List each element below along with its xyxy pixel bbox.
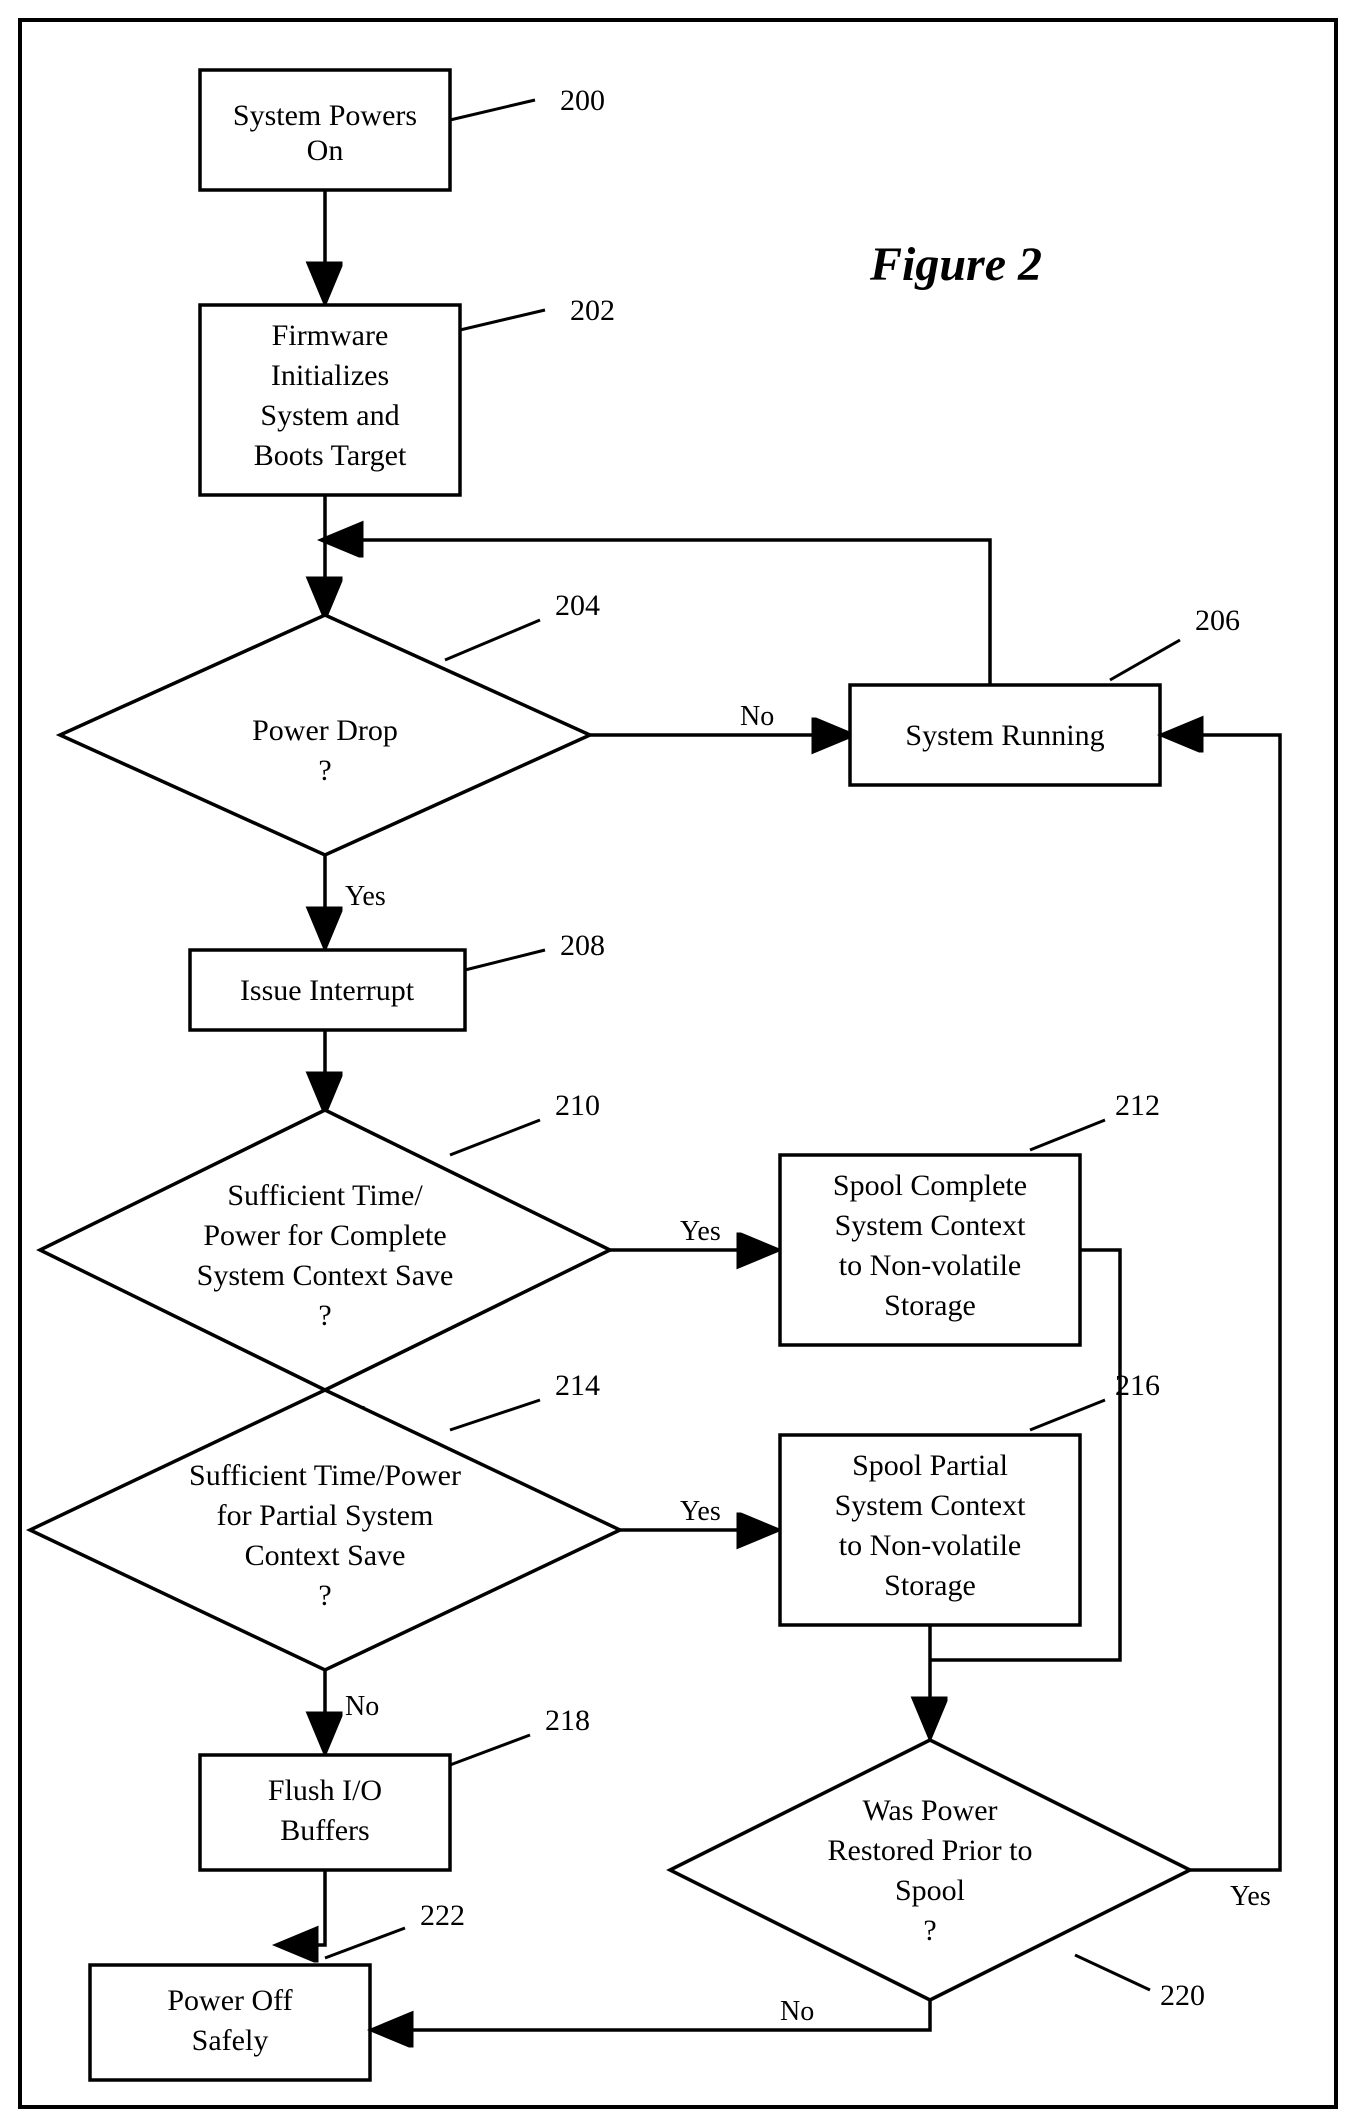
node-220: Was Power Restored Prior to Spool ? 220 bbox=[670, 1740, 1205, 2012]
svg-text:?: ? bbox=[318, 1579, 331, 1612]
node-200: System Powers On 200 bbox=[200, 70, 605, 190]
svg-text:No: No bbox=[345, 1691, 379, 1722]
node-206: System Running 206 bbox=[850, 604, 1240, 785]
svg-text:218: 218 bbox=[545, 1704, 590, 1737]
svg-text:System Powers: System Powers bbox=[233, 99, 417, 132]
svg-text:Spool Partial: Spool Partial bbox=[852, 1449, 1008, 1482]
svg-text:210: 210 bbox=[555, 1089, 600, 1122]
svg-text:208: 208 bbox=[560, 929, 605, 962]
edge-220-206 bbox=[1165, 735, 1280, 1870]
svg-text:214: 214 bbox=[555, 1369, 600, 1402]
svg-text:?: ? bbox=[923, 1914, 936, 1947]
svg-text:?: ? bbox=[318, 1299, 331, 1332]
svg-text:System and: System and bbox=[260, 399, 399, 432]
svg-text:Boots Target: Boots Target bbox=[254, 439, 407, 472]
svg-text:On: On bbox=[307, 134, 344, 167]
svg-text:Sufficient Time/: Sufficient Time/ bbox=[227, 1179, 423, 1212]
svg-text:Safely: Safely bbox=[192, 2024, 269, 2057]
svg-text:200: 200 bbox=[560, 84, 605, 117]
svg-text:Firmware: Firmware bbox=[272, 319, 389, 352]
svg-text:Initializes: Initializes bbox=[271, 359, 389, 392]
svg-text:Yes: Yes bbox=[680, 1216, 721, 1247]
svg-text:?: ? bbox=[318, 754, 331, 787]
figure-title: Figure 2 bbox=[869, 238, 1042, 291]
svg-text:to Non-volatile: to Non-volatile bbox=[839, 1529, 1021, 1562]
svg-text:System Context: System Context bbox=[835, 1489, 1027, 1522]
node-214: Sufficient Time/Power for Partial System… bbox=[30, 1369, 620, 1670]
node-210: Sufficient Time/ Power for Complete Syst… bbox=[40, 1089, 610, 1390]
svg-text:222: 222 bbox=[420, 1899, 465, 1932]
svg-text:System Context Save: System Context Save bbox=[197, 1259, 454, 1292]
svg-text:Power Off: Power Off bbox=[167, 1984, 292, 2017]
svg-text:220: 220 bbox=[1160, 1979, 1205, 2012]
node-208: Issue Interrupt 208 bbox=[190, 929, 605, 1030]
svg-text:for Partial System: for Partial System bbox=[217, 1499, 434, 1532]
svg-text:Yes: Yes bbox=[345, 881, 386, 912]
node-212: Spool Complete System Context to Non-vol… bbox=[780, 1089, 1160, 1345]
svg-text:Issue Interrupt: Issue Interrupt bbox=[240, 974, 415, 1007]
svg-text:Buffers: Buffers bbox=[280, 1814, 369, 1847]
svg-text:to Non-volatile: to Non-volatile bbox=[839, 1249, 1021, 1282]
svg-text:Storage: Storage bbox=[884, 1569, 976, 1602]
svg-text:No: No bbox=[740, 701, 774, 732]
svg-text:212: 212 bbox=[1115, 1089, 1160, 1122]
svg-text:Restored Prior to: Restored Prior to bbox=[828, 1834, 1033, 1867]
node-218: Flush I/O Buffers 218 bbox=[200, 1704, 590, 1870]
edge-220-222 bbox=[375, 2000, 930, 2030]
svg-text:204: 204 bbox=[555, 589, 600, 622]
svg-text:Spool: Spool bbox=[895, 1874, 965, 1907]
node-204: Power Drop ? 204 bbox=[60, 589, 600, 855]
edge-218-222 bbox=[280, 1870, 325, 1945]
svg-text:Was Power: Was Power bbox=[862, 1794, 997, 1827]
svg-text:202: 202 bbox=[570, 294, 615, 327]
svg-text:Power for Complete: Power for Complete bbox=[203, 1219, 446, 1252]
svg-text:206: 206 bbox=[1195, 604, 1240, 637]
svg-text:Spool Complete: Spool Complete bbox=[833, 1169, 1027, 1202]
svg-text:Power Drop: Power Drop bbox=[252, 714, 398, 747]
svg-text:Flush I/O: Flush I/O bbox=[268, 1774, 382, 1807]
svg-text:Sufficient Time/Power: Sufficient Time/Power bbox=[189, 1459, 461, 1492]
svg-text:Context Save: Context Save bbox=[245, 1539, 406, 1572]
node-202: Firmware Initializes System and Boots Ta… bbox=[200, 294, 615, 495]
svg-text:Yes: Yes bbox=[1230, 1881, 1271, 1912]
svg-text:System Running: System Running bbox=[905, 719, 1104, 752]
node-216: Spool Partial System Context to Non-vola… bbox=[780, 1369, 1160, 1625]
svg-text:No: No bbox=[780, 1996, 814, 2027]
node-222: Power Off Safely 222 bbox=[90, 1899, 465, 2080]
svg-text:System Context: System Context bbox=[835, 1209, 1027, 1242]
svg-text:Storage: Storage bbox=[884, 1289, 976, 1322]
svg-text:Yes: Yes bbox=[680, 1496, 721, 1527]
flowchart-figure: Figure 2 System Powers On 200 Firmware I… bbox=[0, 0, 1356, 2127]
